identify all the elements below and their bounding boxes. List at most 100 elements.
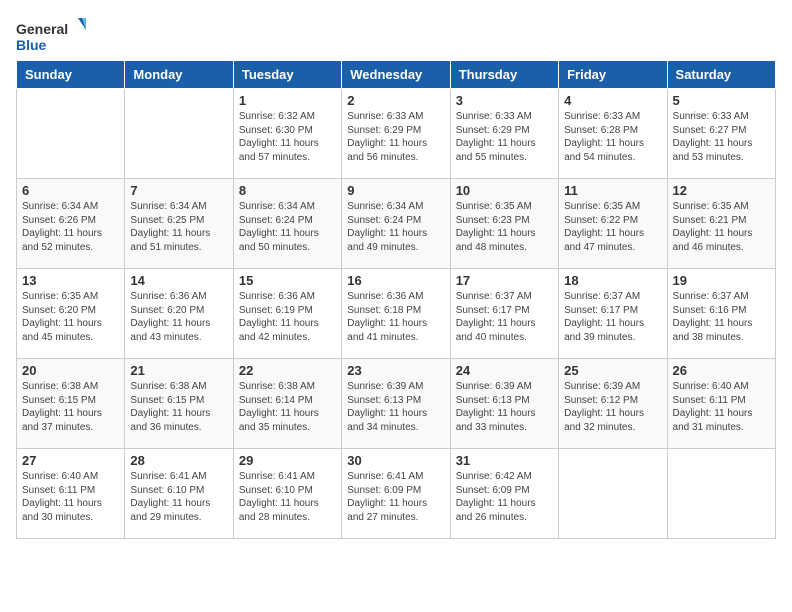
day-info: Sunrise: 6:36 AM Sunset: 6:18 PM Dayligh… <box>347 290 444 344</box>
day-info: Sunrise: 6:36 AM Sunset: 6:19 PM Dayligh… <box>239 290 336 344</box>
day-info: Sunrise: 6:39 AM Sunset: 6:13 PM Dayligh… <box>456 380 553 434</box>
calendar-cell: 3 Sunrise: 6:33 AM Sunset: 6:29 PM Daylig… <box>450 89 558 179</box>
calendar-cell <box>125 89 233 179</box>
calendar-cell: 8Sunrise: 6:34 AM Sunset: 6:24 PM Daylig… <box>233 179 341 269</box>
calendar-cell <box>667 449 775 539</box>
day-info: Sunrise: 6:35 AM Sunset: 6:22 PM Dayligh… <box>564 200 661 254</box>
calendar-cell: 9 Sunrise: 6:34 AM Sunset: 6:24 PM Daylig… <box>342 179 450 269</box>
day-info: Sunrise: 6:41 AM Sunset: 6:10 PM Dayligh… <box>239 470 336 524</box>
day-info: Sunrise: 6:35 AM Sunset: 6:20 PM Dayligh… <box>22 290 119 344</box>
calendar-day-header: Monday <box>125 61 233 89</box>
day-number: 31 <box>456 453 553 468</box>
day-number: 4 <box>564 93 661 108</box>
day-number: 17 <box>456 273 553 288</box>
calendar-cell: 24 Sunrise: 6:39 AM Sunset: 6:13 PM Dayli… <box>450 359 558 449</box>
day-info: Sunrise: 6:37 AM Sunset: 6:17 PM Dayligh… <box>564 290 661 344</box>
day-number: 5 <box>673 93 770 108</box>
day-info: Sunrise: 6:34 AM Sunset: 6:25 PM Dayligh… <box>130 200 227 254</box>
calendar-week-row: 20 Sunrise: 6:38 AM Sunset: 6:15 PM Dayli… <box>17 359 776 449</box>
day-number: 3 <box>456 93 553 108</box>
day-info: Sunrise: 6:35 AM Sunset: 6:21 PM Dayligh… <box>673 200 770 254</box>
day-info: Sunrise: 6:38 AM Sunset: 6:15 PM Dayligh… <box>22 380 119 434</box>
day-number: 13 <box>22 273 119 288</box>
day-info: Sunrise: 6:37 AM Sunset: 6:16 PM Dayligh… <box>673 290 770 344</box>
day-number: 29 <box>239 453 336 468</box>
calendar-cell: 18 Sunrise: 6:37 AM Sunset: 6:17 PM Dayli… <box>559 269 667 359</box>
calendar-cell: 21Sunrise: 6:38 AM Sunset: 6:15 PM Dayli… <box>125 359 233 449</box>
day-number: 26 <box>673 363 770 378</box>
calendar-table: SundayMondayTuesdayWednesdayThursdayFrid… <box>16 60 776 539</box>
general-blue-logo-icon: General Blue <box>16 16 86 56</box>
calendar-cell: 6 Sunrise: 6:34 AM Sunset: 6:26 PM Daylig… <box>17 179 125 269</box>
day-info: Sunrise: 6:36 AM Sunset: 6:20 PM Dayligh… <box>130 290 227 344</box>
svg-text:General: General <box>16 21 68 37</box>
calendar-week-row: 13 Sunrise: 6:35 AM Sunset: 6:20 PM Dayli… <box>17 269 776 359</box>
calendar-cell: 10 Sunrise: 6:35 AM Sunset: 6:23 PM Dayli… <box>450 179 558 269</box>
day-number: 20 <box>22 363 119 378</box>
page-header: General Blue <box>16 16 776 56</box>
calendar-cell <box>559 449 667 539</box>
day-info: Sunrise: 6:35 AM Sunset: 6:23 PM Dayligh… <box>456 200 553 254</box>
calendar-cell: 30 Sunrise: 6:41 AM Sunset: 6:09 PM Dayli… <box>342 449 450 539</box>
calendar-cell: 5 Sunrise: 6:33 AM Sunset: 6:27 PM Daylig… <box>667 89 775 179</box>
day-number: 18 <box>564 273 661 288</box>
day-number: 16 <box>347 273 444 288</box>
day-number: 11 <box>564 183 661 198</box>
calendar-cell: 12 Sunrise: 6:35 AM Sunset: 6:21 PM Dayli… <box>667 179 775 269</box>
day-number: 28 <box>130 453 227 468</box>
calendar-day-header: Wednesday <box>342 61 450 89</box>
day-info: Sunrise: 6:40 AM Sunset: 6:11 PM Dayligh… <box>22 470 119 524</box>
day-number: 1 <box>239 93 336 108</box>
calendar-cell: 31 Sunrise: 6:42 AM Sunset: 6:09 PM Dayli… <box>450 449 558 539</box>
calendar-day-header: Thursday <box>450 61 558 89</box>
calendar-week-row: 27 Sunrise: 6:40 AM Sunset: 6:11 PM Dayli… <box>17 449 776 539</box>
calendar-day-header: Tuesday <box>233 61 341 89</box>
day-info: Sunrise: 6:38 AM Sunset: 6:15 PM Dayligh… <box>130 380 227 434</box>
calendar-cell: 29 Sunrise: 6:41 AM Sunset: 6:10 PM Dayli… <box>233 449 341 539</box>
calendar-cell: 19 Sunrise: 6:37 AM Sunset: 6:16 PM Dayli… <box>667 269 775 359</box>
day-info: Sunrise: 6:33 AM Sunset: 6:27 PM Dayligh… <box>673 110 770 164</box>
day-info: Sunrise: 6:33 AM Sunset: 6:28 PM Dayligh… <box>564 110 661 164</box>
calendar-cell: 23Sunrise: 6:39 AM Sunset: 6:13 PM Dayli… <box>342 359 450 449</box>
svg-text:Blue: Blue <box>16 37 47 53</box>
day-info: Sunrise: 6:33 AM Sunset: 6:29 PM Dayligh… <box>347 110 444 164</box>
day-info: Sunrise: 6:41 AM Sunset: 6:10 PM Dayligh… <box>130 470 227 524</box>
calendar-cell <box>17 89 125 179</box>
calendar-header-row: SundayMondayTuesdayWednesdayThursdayFrid… <box>17 61 776 89</box>
day-number: 23 <box>347 363 444 378</box>
day-number: 19 <box>673 273 770 288</box>
calendar-day-header: Saturday <box>667 61 775 89</box>
day-number: 9 <box>347 183 444 198</box>
calendar-cell: 7 Sunrise: 6:34 AM Sunset: 6:25 PM Daylig… <box>125 179 233 269</box>
day-number: 30 <box>347 453 444 468</box>
calendar-cell: 4 Sunrise: 6:33 AM Sunset: 6:28 PM Daylig… <box>559 89 667 179</box>
calendar-cell: 13 Sunrise: 6:35 AM Sunset: 6:20 PM Dayli… <box>17 269 125 359</box>
day-info: Sunrise: 6:41 AM Sunset: 6:09 PM Dayligh… <box>347 470 444 524</box>
calendar-week-row: 6 Sunrise: 6:34 AM Sunset: 6:26 PM Daylig… <box>17 179 776 269</box>
calendar-cell: 27 Sunrise: 6:40 AM Sunset: 6:11 PM Dayli… <box>17 449 125 539</box>
calendar-cell: 1Sunrise: 6:32 AM Sunset: 6:30 PM Daylig… <box>233 89 341 179</box>
day-info: Sunrise: 6:42 AM Sunset: 6:09 PM Dayligh… <box>456 470 553 524</box>
day-number: 7 <box>130 183 227 198</box>
day-number: 10 <box>456 183 553 198</box>
day-info: Sunrise: 6:34 AM Sunset: 6:26 PM Dayligh… <box>22 200 119 254</box>
day-number: 12 <box>673 183 770 198</box>
calendar-cell: 25Sunrise: 6:39 AM Sunset: 6:12 PM Dayli… <box>559 359 667 449</box>
day-number: 24 <box>456 363 553 378</box>
day-number: 22 <box>239 363 336 378</box>
calendar-cell: 26 Sunrise: 6:40 AM Sunset: 6:11 PM Dayli… <box>667 359 775 449</box>
day-number: 27 <box>22 453 119 468</box>
calendar-cell: 14Sunrise: 6:36 AM Sunset: 6:20 PM Dayli… <box>125 269 233 359</box>
day-info: Sunrise: 6:40 AM Sunset: 6:11 PM Dayligh… <box>673 380 770 434</box>
day-number: 2 <box>347 93 444 108</box>
calendar-cell: 20 Sunrise: 6:38 AM Sunset: 6:15 PM Dayli… <box>17 359 125 449</box>
calendar-cell: 17Sunrise: 6:37 AM Sunset: 6:17 PM Dayli… <box>450 269 558 359</box>
calendar-cell: 28 Sunrise: 6:41 AM Sunset: 6:10 PM Dayli… <box>125 449 233 539</box>
calendar-cell: 2 Sunrise: 6:33 AM Sunset: 6:29 PM Daylig… <box>342 89 450 179</box>
day-info: Sunrise: 6:34 AM Sunset: 6:24 PM Dayligh… <box>347 200 444 254</box>
day-info: Sunrise: 6:33 AM Sunset: 6:29 PM Dayligh… <box>456 110 553 164</box>
calendar-cell: 16 Sunrise: 6:36 AM Sunset: 6:18 PM Dayli… <box>342 269 450 359</box>
calendar-cell: 22 Sunrise: 6:38 AM Sunset: 6:14 PM Dayli… <box>233 359 341 449</box>
day-info: Sunrise: 6:38 AM Sunset: 6:14 PM Dayligh… <box>239 380 336 434</box>
day-number: 6 <box>22 183 119 198</box>
